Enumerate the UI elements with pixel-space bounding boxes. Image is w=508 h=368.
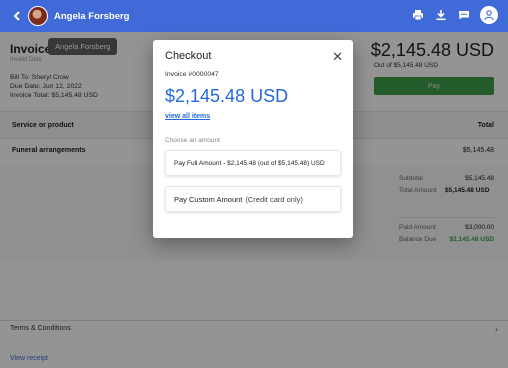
credit-card-note: (Credit card only): [245, 194, 303, 204]
pay-full-amount-label: Pay Full Amount - $2,145.48 (out of $5,1…: [174, 159, 325, 167]
download-icon[interactable]: [434, 8, 448, 22]
user-name: Angela Forsberg: [54, 10, 130, 22]
chat-icon[interactable]: [457, 8, 471, 22]
invoice-number: Invoice #0000047: [165, 71, 219, 78]
dialog-title: Checkout: [165, 50, 212, 62]
view-all-items-link[interactable]: view all items: [165, 113, 210, 120]
checkout-dialog: Checkout ✕ Invoice #0000047 $2,145.48 US…: [153, 40, 353, 238]
pay-custom-amount-option[interactable]: Pay Custom Amount (Credit card only): [165, 186, 341, 212]
top-bar: Angela Forsberg: [0, 0, 508, 32]
amount-due: $2,145.48 USD: [165, 86, 289, 106]
pay-full-amount-option[interactable]: Pay Full Amount - $2,145.48 (out of $5,1…: [165, 150, 341, 176]
back-arrow-icon[interactable]: [8, 7, 26, 25]
pay-custom-amount-label: Pay Custom Amount: [174, 194, 243, 204]
account-icon[interactable]: [480, 6, 498, 24]
choose-amount-label: Choose an amount: [165, 137, 220, 144]
avatar[interactable]: [28, 6, 48, 26]
close-icon[interactable]: ✕: [332, 49, 343, 65]
print-icon[interactable]: [411, 8, 425, 22]
